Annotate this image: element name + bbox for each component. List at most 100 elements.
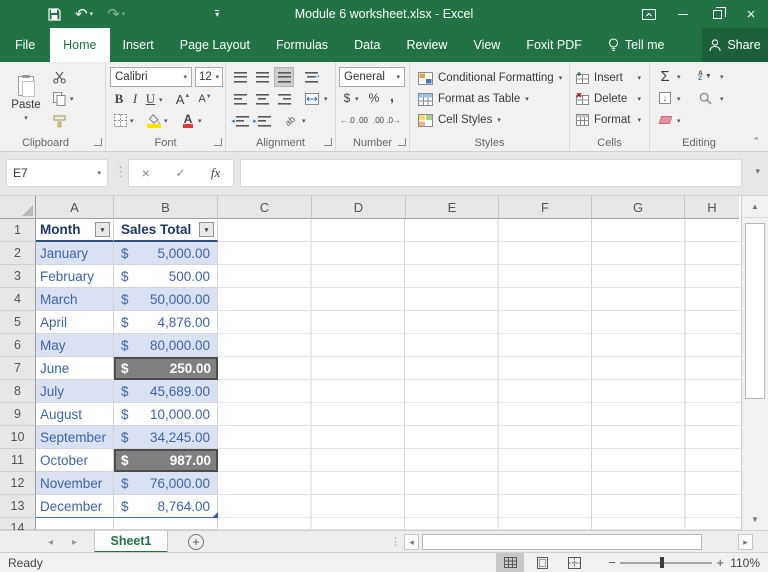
- page-break-view-button[interactable]: [560, 553, 588, 572]
- empty-cells[interactable]: [218, 311, 741, 334]
- clipboard-dialog-launcher[interactable]: [94, 138, 102, 146]
- font-size-select[interactable]: 12 ▾: [195, 67, 223, 87]
- cell-a10[interactable]: September: [36, 426, 114, 449]
- scroll-down-button[interactable]: ▼: [742, 508, 768, 530]
- sort-filter-dropdown-icon[interactable]: ▾: [720, 73, 724, 81]
- cell-a5[interactable]: April: [36, 311, 114, 334]
- row-header-8[interactable]: 8: [0, 380, 36, 403]
- normal-view-button[interactable]: [496, 553, 524, 572]
- vertical-scrollbar[interactable]: ▲ ▼: [741, 196, 768, 530]
- column-header-c[interactable]: C: [218, 196, 312, 219]
- close-button[interactable]: ×: [734, 0, 768, 28]
- hscroll-left-button[interactable]: ◂: [404, 534, 419, 550]
- merge-center-button[interactable]: [302, 89, 322, 109]
- bold-button[interactable]: B: [112, 90, 126, 108]
- empty-cells[interactable]: [218, 380, 741, 403]
- redo-dropdown-icon[interactable]: ▾: [122, 10, 126, 18]
- redo-button[interactable]: ↷ ▾: [107, 5, 125, 23]
- cell-a2[interactable]: January: [36, 242, 114, 265]
- italic-button[interactable]: I: [129, 90, 141, 108]
- cell-b12[interactable]: $76,000.00: [114, 472, 218, 495]
- column-header-d[interactable]: D: [312, 196, 406, 219]
- empty-cells[interactable]: [218, 472, 741, 495]
- delete-cells-button[interactable]: Delete: [576, 89, 645, 109]
- row-header-6[interactable]: 6: [0, 334, 36, 357]
- row-header-2[interactable]: 2: [0, 242, 36, 265]
- column-header-g[interactable]: G: [592, 196, 685, 219]
- sheet-nav-right[interactable]: ▸: [72, 531, 77, 553]
- font-color-button[interactable]: A: [180, 111, 196, 128]
- percent-style-button[interactable]: %: [366, 89, 382, 107]
- orientation-dropdown-icon[interactable]: ▾: [302, 117, 306, 125]
- clear-dropdown-icon[interactable]: ▾: [677, 117, 681, 125]
- fill-dropdown-icon[interactable]: ▾: [677, 95, 681, 103]
- cell-styles-button[interactable]: Cell Styles ▾: [418, 110, 565, 130]
- empty-cells[interactable]: [218, 288, 741, 311]
- increase-indent-button[interactable]: ▸: [252, 111, 272, 131]
- comma-style-button[interactable]: ,: [386, 87, 398, 105]
- collapse-ribbon-icon[interactable]: ⌃: [752, 136, 760, 147]
- row-header-14[interactable]: 14: [0, 518, 36, 530]
- orientation-button[interactable]: ab: [280, 111, 300, 131]
- formula-input[interactable]: [240, 159, 742, 187]
- empty-cells[interactable]: [218, 426, 741, 449]
- cell-b1[interactable]: Sales Total ▾: [114, 219, 218, 242]
- zoom-slider-track[interactable]: [620, 562, 712, 564]
- delete-dropdown-icon[interactable]: ▾: [637, 95, 641, 103]
- horizontal-scroll-thumb[interactable]: [422, 534, 702, 550]
- cell-a7[interactable]: June: [36, 357, 114, 380]
- paste-dropdown-icon[interactable]: ▾: [24, 114, 28, 122]
- row-header-12[interactable]: 12: [0, 472, 36, 495]
- empty-cells[interactable]: [218, 265, 741, 288]
- cell-b10[interactable]: $34,245.00: [114, 426, 218, 449]
- tab-home[interactable]: Home: [50, 28, 110, 62]
- insert-cells-button[interactable]: Insert: [576, 68, 645, 88]
- number-dialog-launcher[interactable]: [398, 138, 406, 146]
- tab-file[interactable]: File: [0, 28, 50, 62]
- tab-foxit-pdf[interactable]: Foxit PDF: [513, 28, 595, 62]
- customize-qat-button[interactable]: ▾: [215, 10, 220, 19]
- zoom-in-button[interactable]: +: [716, 553, 724, 572]
- empty-cells[interactable]: [218, 334, 741, 357]
- sales-filter-button[interactable]: ▾: [199, 222, 214, 237]
- conditional-formatting-button[interactable]: Conditional Formatting ▾: [418, 68, 565, 88]
- row-header-5[interactable]: 5: [0, 311, 36, 334]
- row-header-4[interactable]: 4: [0, 288, 36, 311]
- insert-dropdown-icon[interactable]: ▾: [637, 74, 641, 82]
- merge-center-dropdown-icon[interactable]: ▾: [324, 95, 328, 103]
- sheet-tab-sheet1[interactable]: Sheet1: [94, 531, 168, 553]
- month-filter-button[interactable]: ▾: [95, 222, 110, 237]
- zoom-out-button[interactable]: −: [608, 553, 616, 572]
- autosum-button[interactable]: Σ: [656, 66, 674, 86]
- zoom-slider-thumb[interactable]: [660, 557, 664, 568]
- row-header-7[interactable]: 7: [0, 357, 36, 380]
- row-header-9[interactable]: 9: [0, 403, 36, 426]
- paste-button[interactable]: Paste ▾: [8, 68, 44, 130]
- sort-filter-button[interactable]: AZ ▼: [694, 66, 716, 86]
- cell-a9[interactable]: August: [36, 403, 114, 426]
- find-select-dropdown-icon[interactable]: ▾: [720, 95, 724, 103]
- cell-a14[interactable]: [36, 518, 114, 530]
- row-header-10[interactable]: 10: [0, 426, 36, 449]
- fill-color-button[interactable]: [146, 111, 162, 128]
- restore-button[interactable]: [700, 0, 734, 28]
- borders-dropdown-icon[interactable]: ▾: [130, 117, 134, 125]
- row-header-13[interactable]: 13: [0, 495, 36, 518]
- tab-page-layout[interactable]: Page Layout: [167, 28, 263, 62]
- clear-button[interactable]: [657, 112, 673, 128]
- cell-b6[interactable]: $80,000.00: [114, 334, 218, 357]
- tab-data[interactable]: Data: [341, 28, 393, 62]
- cell-b13[interactable]: $8,764.00: [114, 495, 218, 518]
- insert-function-button[interactable]: fx: [211, 165, 220, 181]
- font-name-select[interactable]: Calibri ▾: [110, 67, 192, 87]
- decrease-decimal-button[interactable]: .00 .0 →: [372, 112, 402, 128]
- undo-button[interactable]: ↶ ▾: [75, 5, 93, 23]
- middle-align-button[interactable]: [252, 67, 272, 87]
- align-center-button[interactable]: [252, 89, 272, 109]
- cell-a12[interactable]: November: [36, 472, 114, 495]
- copy-button[interactable]: [50, 90, 68, 108]
- save-button[interactable]: [48, 7, 61, 21]
- empty-cells[interactable]: [218, 495, 741, 518]
- cell-b11-highlighted[interactable]: $987.00: [114, 449, 218, 472]
- cell-a8[interactable]: July: [36, 380, 114, 403]
